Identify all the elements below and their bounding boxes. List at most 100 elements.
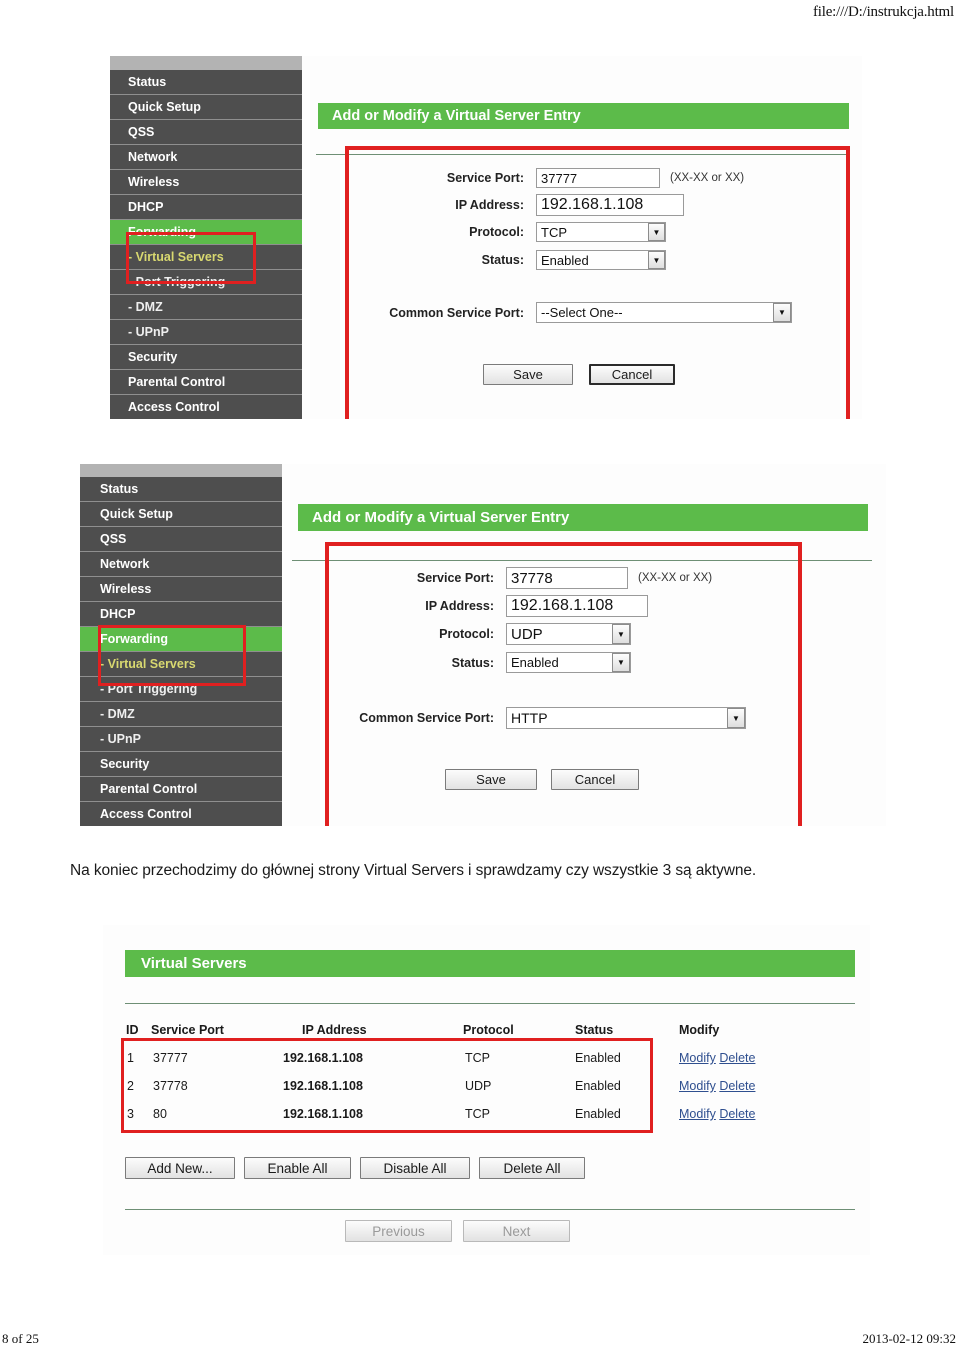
status-select-value: Enabled	[541, 252, 589, 268]
screenshot-one-panel: Add or Modify a Virtual Server Entry Ser…	[302, 56, 862, 419]
status-select[interactable]: Enabled ▼	[536, 250, 666, 270]
field-row-ip-address: IP Address: 192.168.1.108	[282, 595, 648, 617]
table-divider	[125, 1003, 855, 1004]
sidebar-item-network[interactable]: Network	[110, 145, 302, 170]
document-source-path: file:///D:/instrukcja.html	[812, 4, 954, 20]
save-button[interactable]: Save	[483, 364, 573, 385]
sidebar-item-quick-setup[interactable]: Quick Setup	[110, 95, 302, 120]
sidebar-item-dmz[interactable]: - DMZ	[80, 702, 282, 727]
chevron-down-icon[interactable]: ▼	[648, 251, 665, 269]
sidebar-item-dhcp[interactable]: DHCP	[80, 602, 282, 627]
sidebar-item-label: Parental Control	[128, 375, 226, 389]
disable-all-button[interactable]: Disable All	[360, 1157, 470, 1179]
save-button[interactable]: Save	[445, 769, 537, 790]
modify-link[interactable]: Modify	[679, 1051, 716, 1065]
sidebar-item-access-control[interactable]: Access Control	[80, 802, 282, 826]
cell-protocol: UDP	[465, 1079, 492, 1093]
sidebar-item-wireless[interactable]: Wireless	[110, 170, 302, 195]
sidebar-item-access-control[interactable]: Access Control	[110, 395, 302, 419]
sidebar-item-virtual-servers[interactable]: - Virtual Servers	[80, 652, 282, 677]
ip-address-input[interactable]: 192.168.1.108	[506, 595, 648, 617]
screenshot-three: Virtual Servers ID Service Port IP Addre…	[103, 925, 870, 1255]
sidebar-item-label: - Port Triggering	[100, 682, 198, 696]
sidebar-item-label: - UPnP	[100, 732, 141, 746]
annotation-line-top	[325, 542, 802, 546]
chevron-down-icon[interactable]: ▼	[773, 303, 791, 322]
ip-address-input[interactable]: 192.168.1.108	[536, 194, 684, 216]
service-port-input[interactable]: 37777	[536, 168, 660, 188]
sidebar-item-dmz[interactable]: - DMZ	[110, 295, 302, 320]
col-header-id: ID	[126, 1023, 139, 1037]
sidebar-item-status[interactable]: Status	[110, 70, 302, 95]
sidebar-item-parental-control[interactable]: Parental Control	[80, 777, 282, 802]
previous-button[interactable]: Previous	[345, 1220, 452, 1242]
sidebar-item-label: QSS	[128, 125, 155, 139]
table-row: 2 37778 192.168.1.108 UDP Enabled Modify…	[103, 1073, 870, 1099]
sidebar-item-qss[interactable]: QSS	[80, 527, 282, 552]
cell-status: Enabled	[575, 1079, 621, 1093]
next-button[interactable]: Next	[463, 1220, 570, 1242]
chevron-down-icon[interactable]: ▼	[612, 624, 630, 644]
sidebar-item-forwarding[interactable]: Forwarding	[110, 220, 302, 245]
sidebar-item-label: Quick Setup	[100, 507, 173, 521]
modify-link[interactable]: Modify	[679, 1079, 716, 1093]
panel-divider	[316, 154, 849, 155]
cancel-button[interactable]: Cancel	[589, 364, 675, 385]
sidebar-item-port-triggering[interactable]: - Port Triggering	[110, 270, 302, 295]
sidebar-item-upnp[interactable]: - UPnP	[80, 727, 282, 752]
sidebar-item-label: Security	[100, 757, 150, 771]
field-row-service-port: Service Port: 37777 (XX-XX or XX)	[302, 168, 744, 188]
enable-all-button[interactable]: Enable All	[244, 1157, 351, 1179]
screenshot-two-panel: Add or Modify a Virtual Server Entry Ser…	[282, 464, 886, 826]
page-number: 8 of 25	[2, 1331, 39, 1346]
sidebar-item-label: - DMZ	[100, 707, 135, 721]
sidebar-cap	[80, 464, 282, 477]
sidebar-item-security[interactable]: Security	[80, 752, 282, 777]
sidebar-item-security[interactable]: Security	[110, 345, 302, 370]
annotation-line-left	[325, 542, 329, 826]
delete-all-button[interactable]: Delete All	[479, 1157, 585, 1179]
protocol-select[interactable]: UDP ▼	[506, 623, 631, 645]
modify-link[interactable]: Modify	[679, 1107, 716, 1121]
protocol-label: Protocol:	[439, 627, 494, 641]
sidebar-item-dhcp[interactable]: DHCP	[110, 195, 302, 220]
service-port-label: Service Port:	[416, 571, 494, 585]
delete-link[interactable]: Delete	[719, 1107, 755, 1121]
sidebar-item-virtual-servers[interactable]: - Virtual Servers	[110, 245, 302, 270]
service-port-hint: (XX-XX or XX)	[670, 172, 745, 184]
sidebar-item-label: Wireless	[100, 582, 152, 596]
sidebar-item-label: - Virtual Servers	[100, 657, 196, 671]
common-service-port-select[interactable]: --Select One-- ▼	[536, 302, 792, 323]
sidebar-item-quick-setup[interactable]: Quick Setup	[80, 502, 282, 527]
sidebar-item-status[interactable]: Status	[80, 477, 282, 502]
col-header-status: Status	[575, 1023, 614, 1037]
add-new-button[interactable]: Add New...	[125, 1157, 235, 1179]
panel-divider	[292, 560, 872, 561]
sidebar-item-wireless[interactable]: Wireless	[80, 577, 282, 602]
sidebar-item-label: DHCP	[128, 200, 164, 214]
service-port-input[interactable]: 37778	[506, 567, 628, 589]
cell-service-port: 37777	[153, 1051, 188, 1065]
delete-link[interactable]: Delete	[719, 1051, 755, 1065]
sidebar-item-label: DHCP	[100, 607, 136, 621]
status-select[interactable]: Enabled ▼	[506, 652, 631, 673]
common-service-port-value: HTTP	[511, 710, 548, 726]
sidebar-item-qss[interactable]: QSS	[110, 120, 302, 145]
chevron-down-icon[interactable]: ▼	[648, 223, 665, 241]
protocol-select[interactable]: TCP ▼	[536, 222, 666, 242]
cell-service-port: 37778	[153, 1079, 188, 1093]
delete-link[interactable]: Delete	[719, 1079, 755, 1093]
chevron-down-icon[interactable]: ▼	[612, 653, 630, 672]
chevron-down-icon[interactable]: ▼	[727, 708, 745, 728]
sidebar-item-upnp[interactable]: - UPnP	[110, 320, 302, 345]
sidebar-item-forwarding[interactable]: Forwarding	[80, 627, 282, 652]
status-label: Status:	[481, 253, 524, 267]
common-service-port-select[interactable]: HTTP ▼	[506, 707, 746, 729]
sidebar-item-network[interactable]: Network	[80, 552, 282, 577]
field-row-common-service-port: Common Service Port: --Select One-- ▼	[302, 302, 792, 323]
sidebar-item-parental-control[interactable]: Parental Control	[110, 370, 302, 395]
cell-modify-actions: Modify Delete	[679, 1079, 755, 1093]
cancel-button[interactable]: Cancel	[551, 769, 639, 790]
ip-address-label: IP Address:	[425, 599, 494, 613]
sidebar-item-port-triggering[interactable]: - Port Triggering	[80, 677, 282, 702]
